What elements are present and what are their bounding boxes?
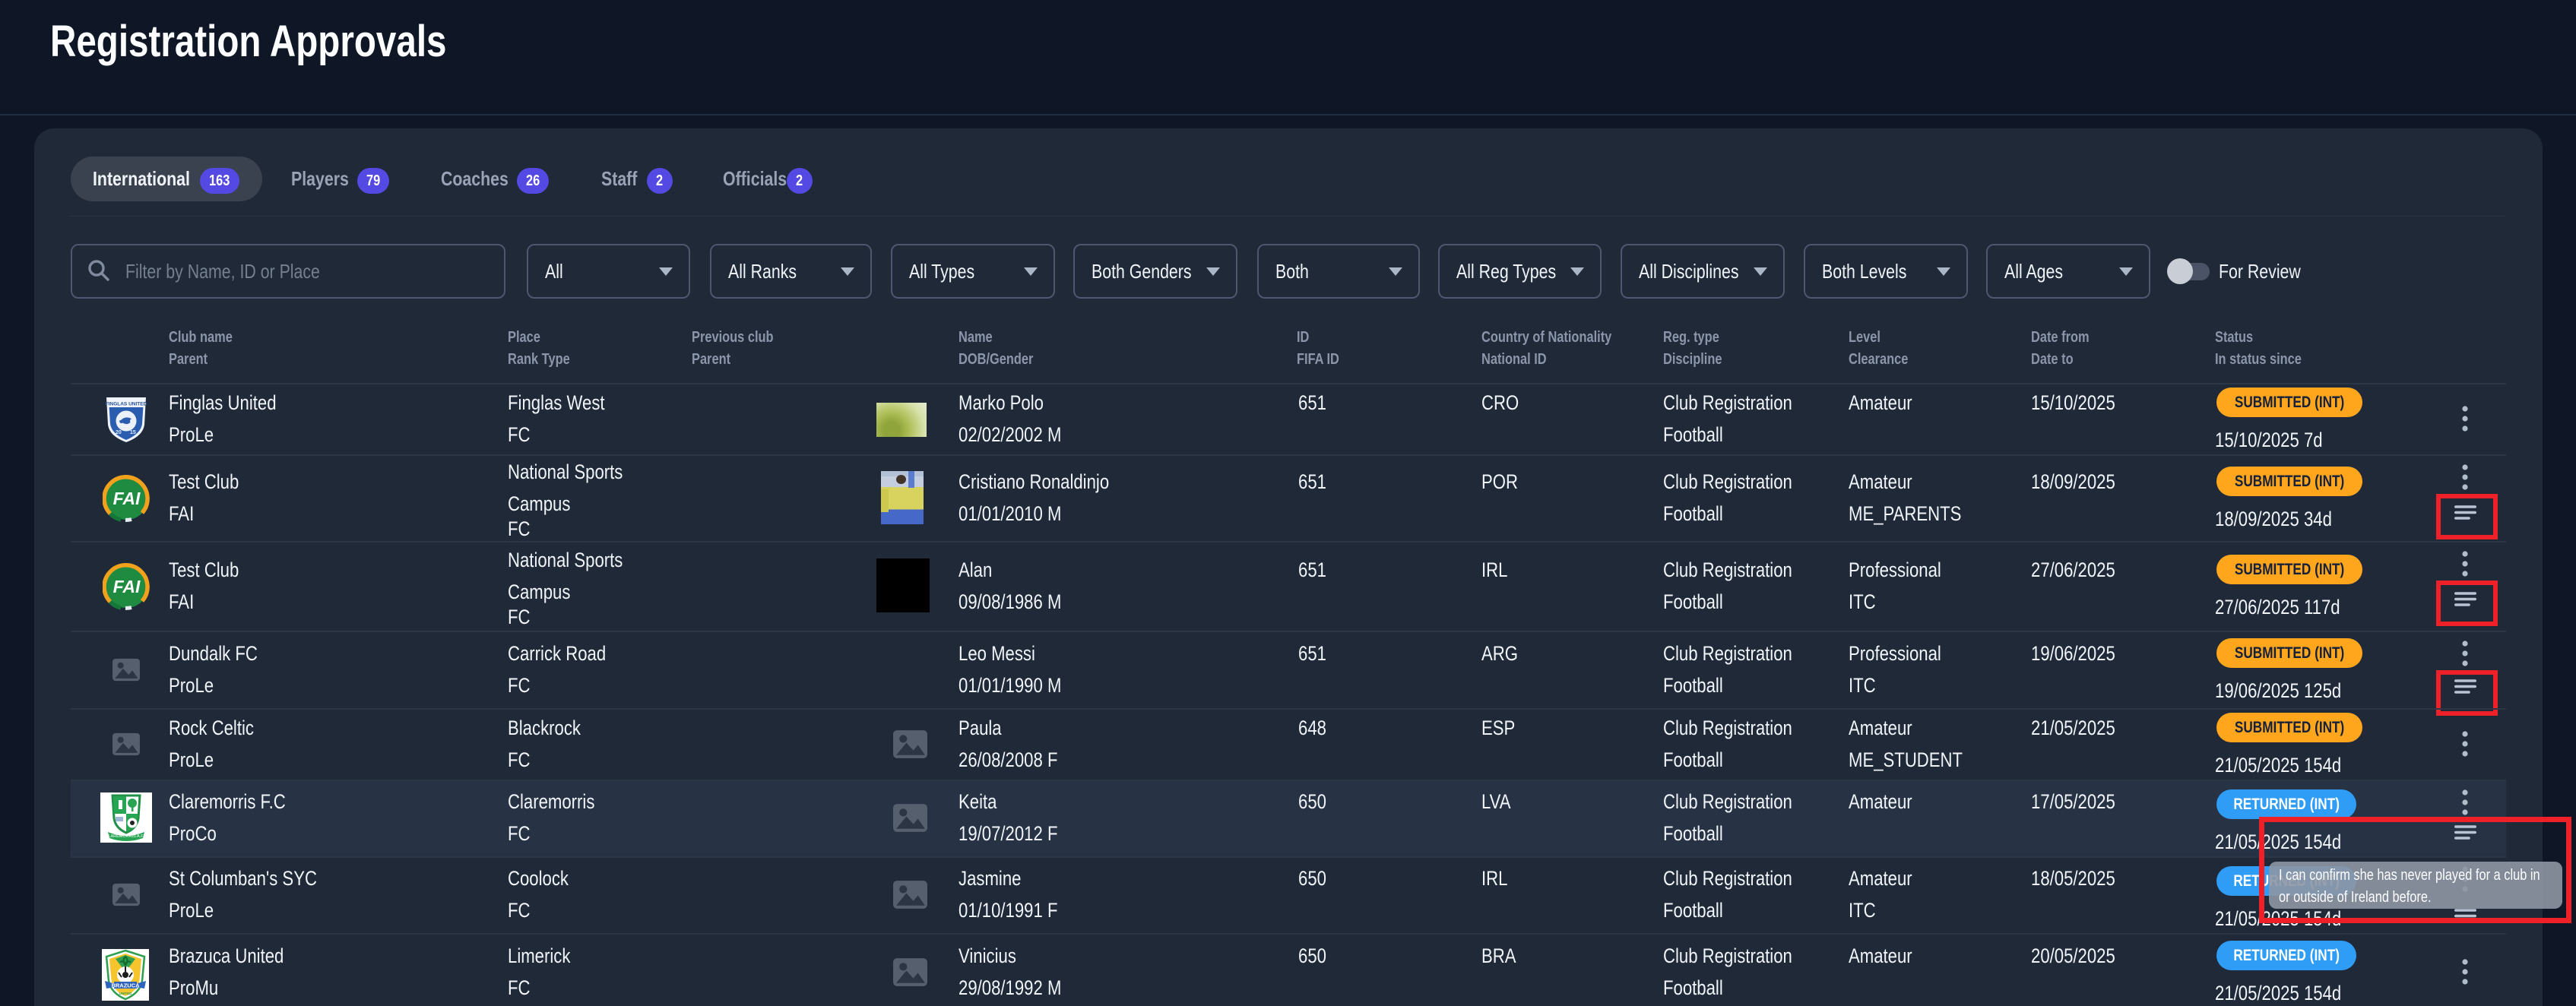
svg-text:FINGLAS UNITED: FINGLAS UNITED (106, 402, 147, 407)
svg-text:BRAZUCA: BRAZUCA (111, 982, 140, 989)
svg-text:FAI: FAI (113, 489, 141, 508)
svg-text:CLAREMORRIS A.F.C: CLAREMORRIS A.F.C (105, 834, 147, 839)
svg-text:FAI: FAI (113, 577, 141, 596)
svg-text:UNITED: UNITED (119, 992, 133, 995)
svg-text:20: 20 (116, 430, 122, 435)
svg-text:15: 15 (130, 430, 136, 435)
